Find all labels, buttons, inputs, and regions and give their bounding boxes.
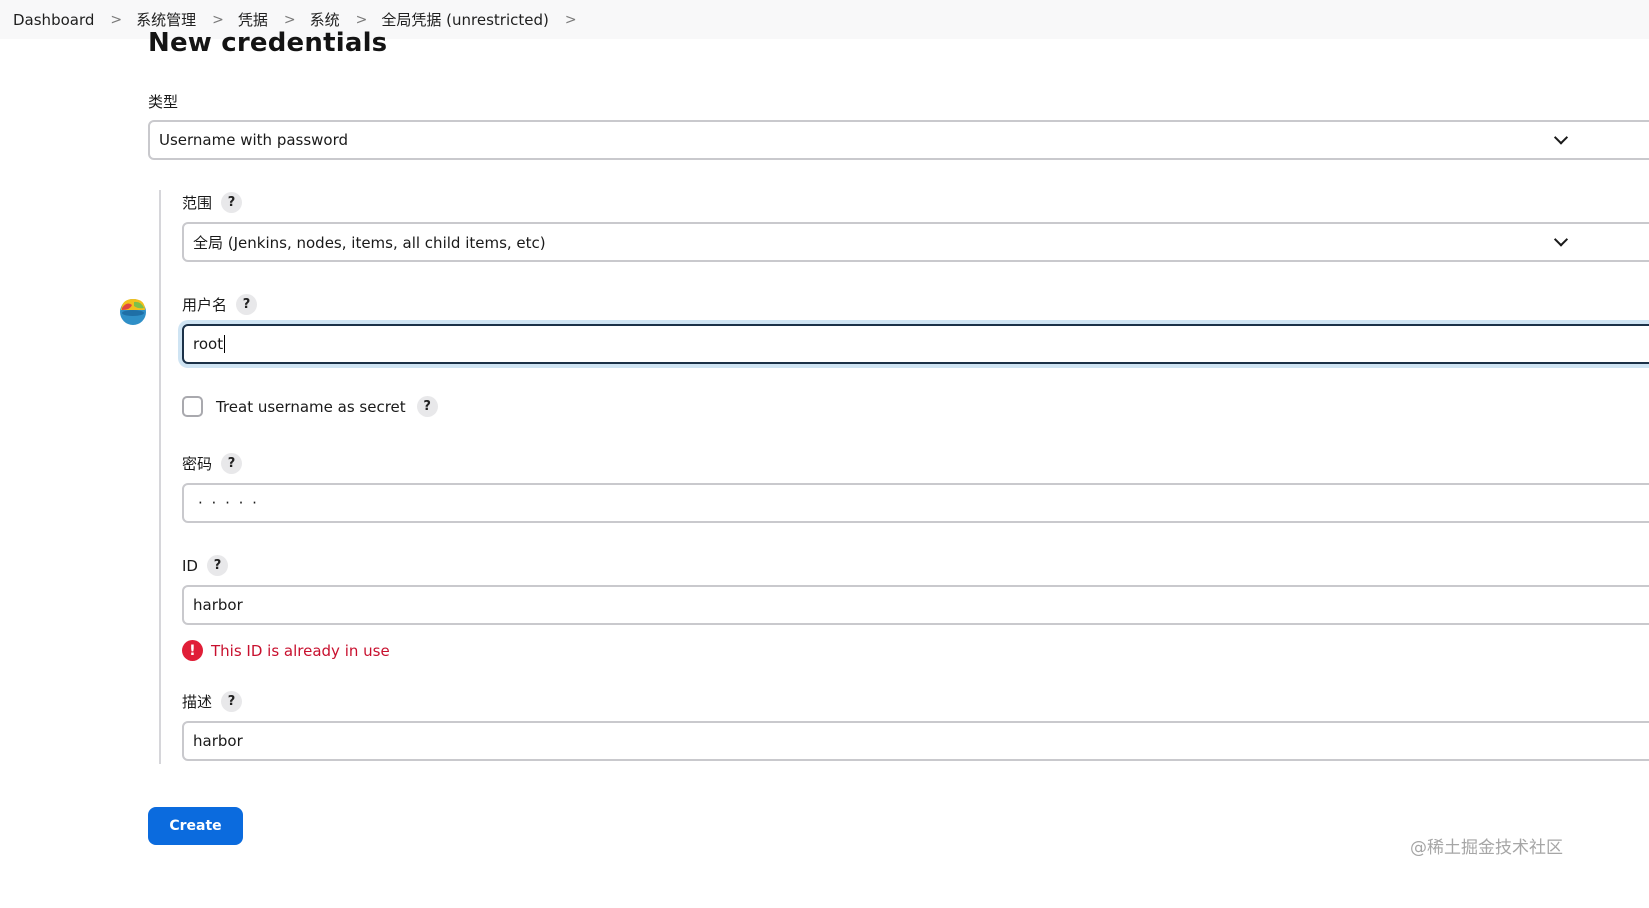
watermark: @稀土掘金技术社区 (1410, 838, 1563, 858)
kind-label: 类型 (148, 91, 178, 112)
scope-label: 范围 ? (182, 192, 243, 213)
create-button[interactable]: Create (148, 807, 243, 845)
text-caret (224, 335, 226, 353)
treat-username-secret-checkbox[interactable] (182, 396, 203, 417)
chevron-right-icon: > (283, 11, 296, 28)
description-label-text: 描述 (182, 693, 213, 711)
id-help-icon[interactable]: ? (206, 555, 228, 576)
breadcrumb-global-credentials[interactable]: 全局凭据 (unrestricted) (381, 9, 548, 30)
kind-select[interactable]: Username with password (148, 120, 1649, 160)
chevron-right-icon[interactable]: > (565, 12, 577, 28)
description-help-icon[interactable]: ? (221, 691, 243, 712)
chevron-down-icon (1553, 232, 1569, 247)
chevron-right-icon: > (355, 11, 368, 28)
scope-select[interactable]: 全局 (Jenkins, nodes, items, all child ite… (182, 222, 1649, 262)
username-label: 用户名 ? (182, 294, 258, 315)
assistant-avatar-icon (120, 299, 146, 325)
scope-label-text: 范围 (182, 194, 213, 212)
password-label: 密码 ? (182, 453, 243, 474)
description-input[interactable]: harbor (182, 721, 1649, 761)
breadcrumb-dashboard[interactable]: Dashboard (13, 11, 94, 29)
treat-username-secret-label: Treat username as secret ? (216, 396, 438, 417)
treat-username-secret-label-text[interactable]: Treat username as secret (216, 398, 406, 416)
kind-select-value: Username with password (159, 131, 349, 149)
username-help-icon[interactable]: ? (236, 294, 258, 315)
breadcrumb-credentials[interactable]: 凭据 (238, 9, 268, 30)
password-input[interactable]: · · · · · (182, 483, 1649, 523)
id-label: ID ? (182, 555, 228, 576)
id-input[interactable]: harbor (182, 585, 1649, 625)
id-label-text: ID (182, 556, 198, 575)
scope-select-value: 全局 (Jenkins, nodes, items, all child ite… (193, 233, 546, 252)
description-input-value: harbor (193, 732, 243, 750)
chevron-down-icon (1553, 130, 1569, 145)
chevron-right-icon: > (212, 11, 224, 28)
id-input-value: harbor (193, 596, 243, 614)
secret-help-icon[interactable]: ? (416, 396, 438, 417)
username-input-value: root (193, 335, 224, 353)
scope-help-icon[interactable]: ? (221, 192, 243, 213)
chevron-right-icon: > (110, 11, 123, 28)
password-label-text: 密码 (182, 455, 213, 473)
id-error-message: ! This ID is already in use (182, 640, 390, 661)
description-label: 描述 ? (182, 691, 243, 712)
id-error-text: This ID is already in use (211, 641, 390, 660)
kind-label-text: 类型 (148, 93, 179, 111)
breadcrumb-system-management[interactable]: 系统管理 (136, 9, 196, 30)
breadcrumb-system[interactable]: 系统 (310, 9, 340, 30)
password-help-icon[interactable]: ? (221, 453, 243, 474)
username-label-text: 用户名 (182, 296, 228, 314)
password-masked-value: · · · · · (198, 494, 259, 512)
error-icon: ! (182, 640, 203, 661)
section-divider (159, 190, 161, 764)
username-input[interactable]: root (182, 324, 1649, 364)
page-title: New credentials (148, 28, 388, 58)
